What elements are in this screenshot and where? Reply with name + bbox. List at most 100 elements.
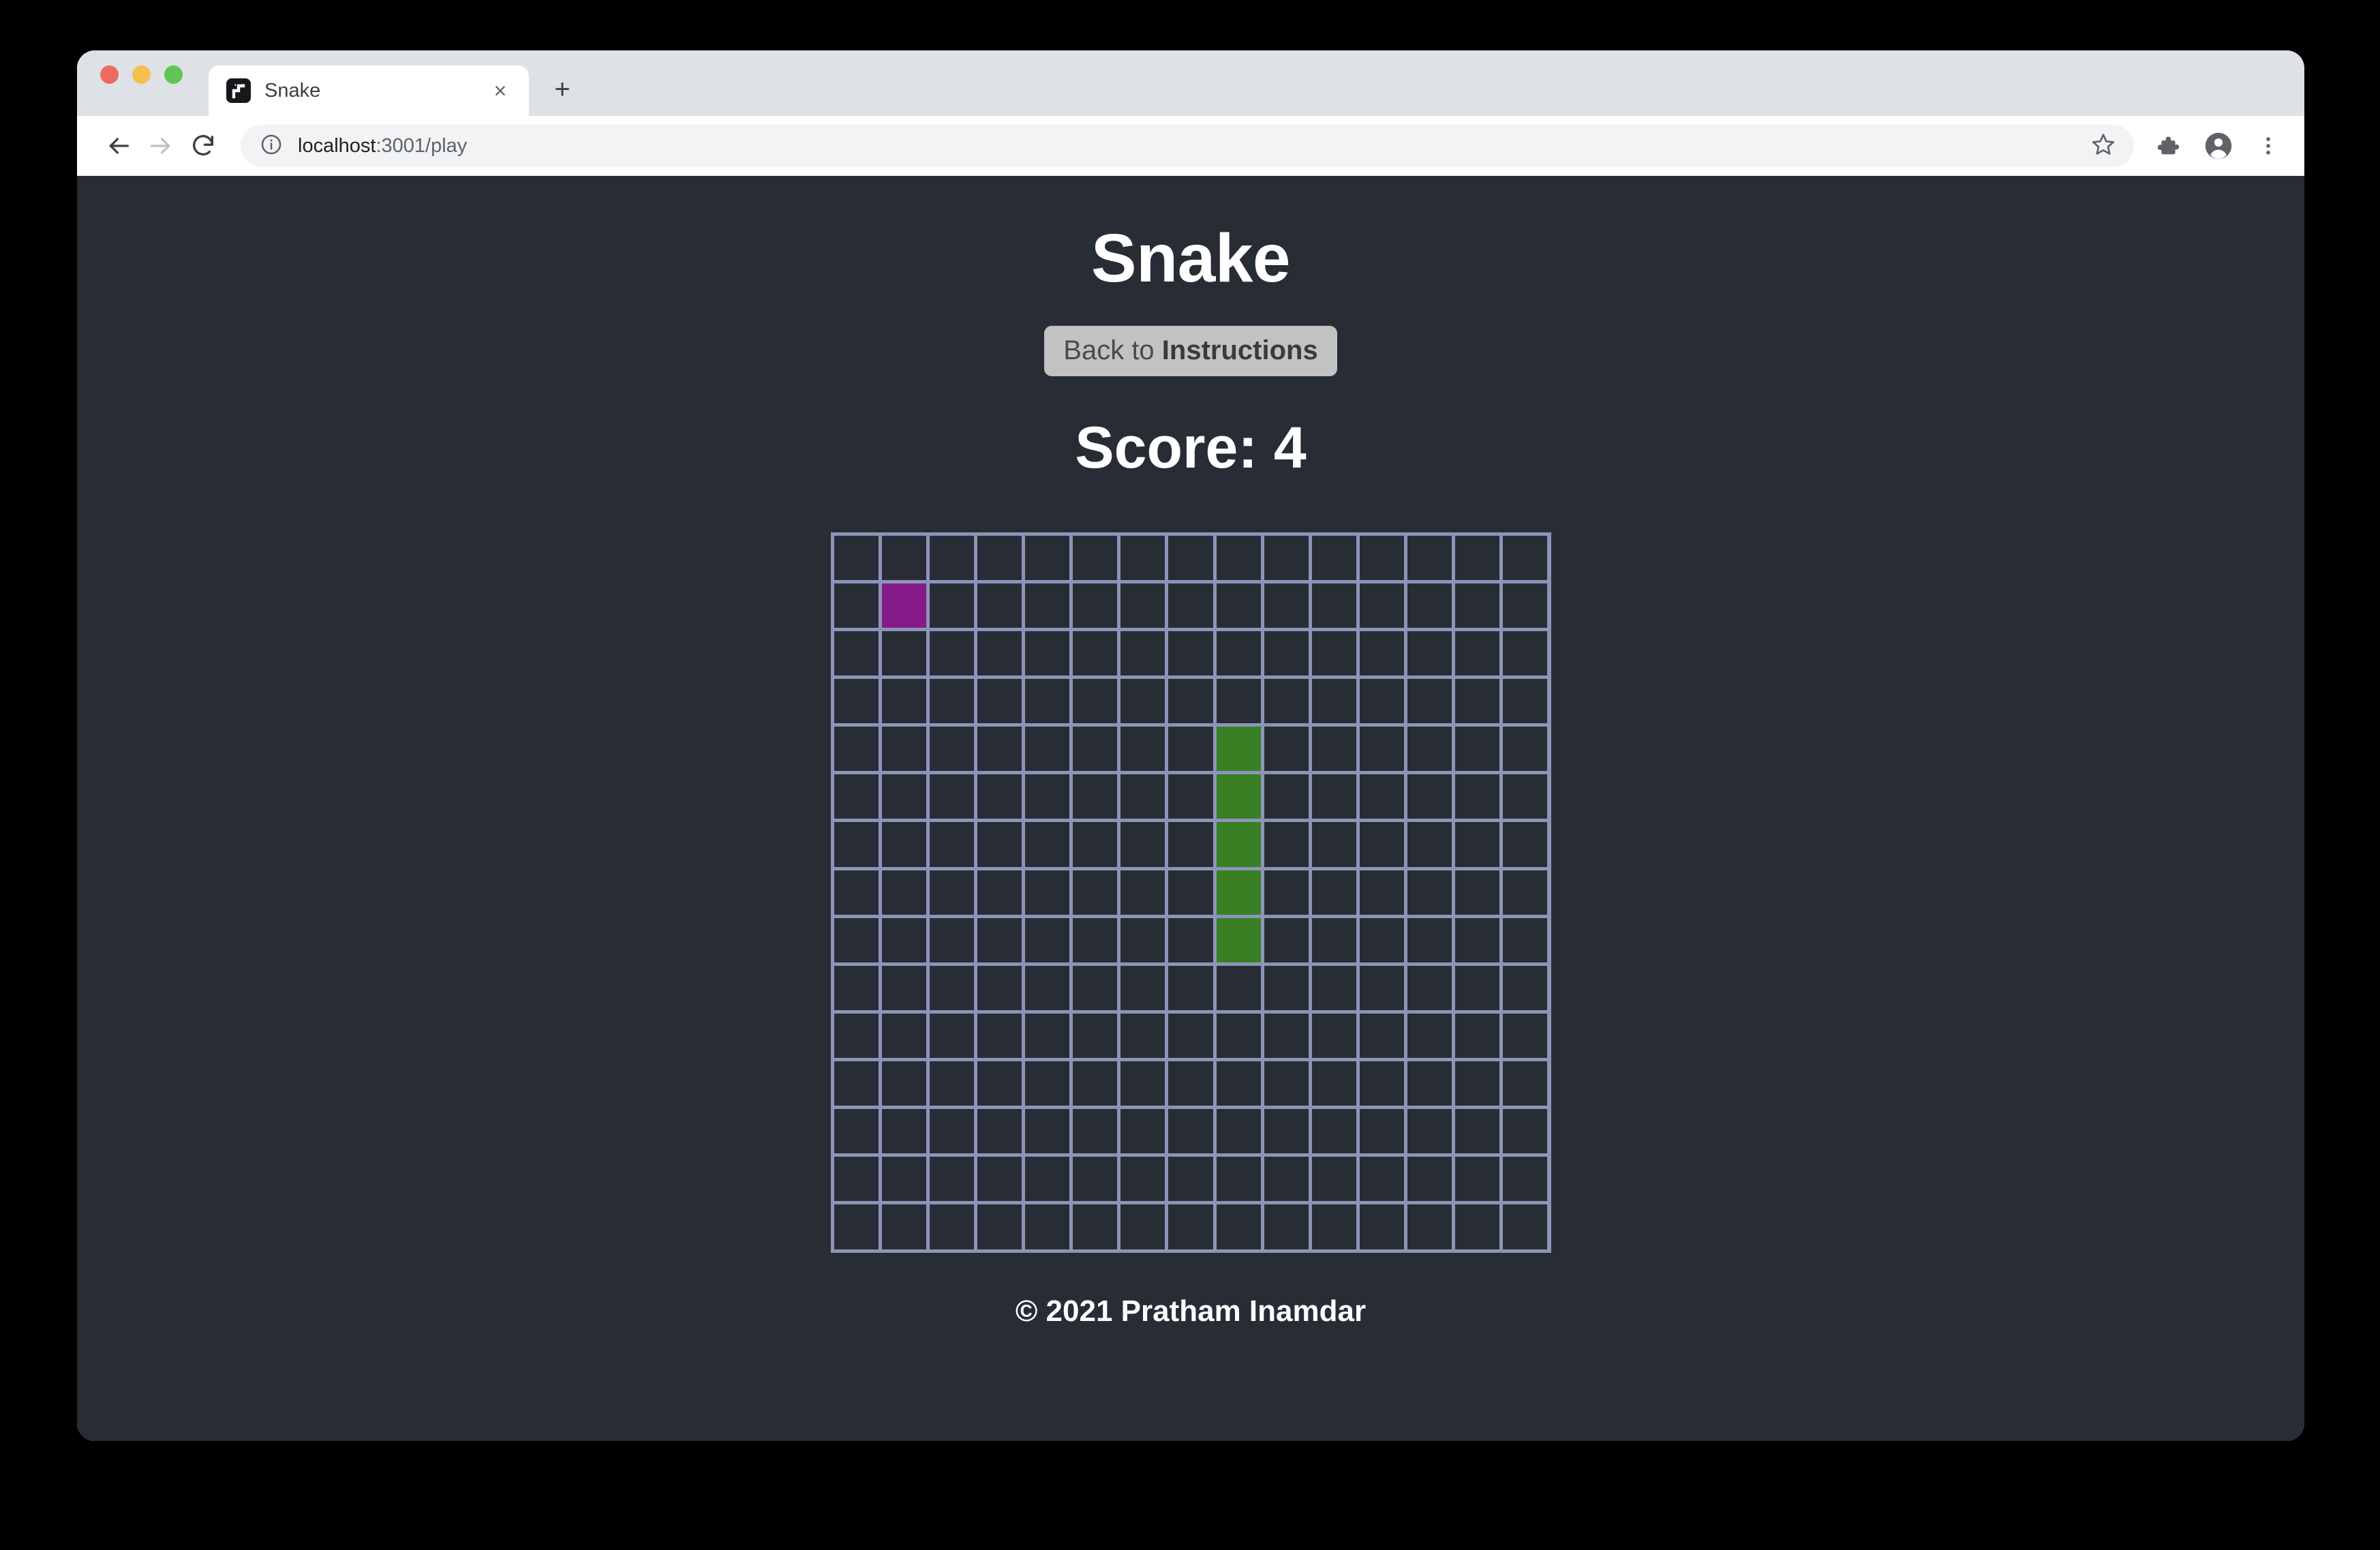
grid-cell bbox=[1025, 679, 1069, 723]
grid-cell bbox=[1264, 1109, 1309, 1153]
grid-cell bbox=[882, 1204, 926, 1249]
grid-cell bbox=[1120, 536, 1165, 580]
grid-cell bbox=[1120, 583, 1165, 628]
grid-cell bbox=[1264, 1061, 1309, 1106]
grid-cell bbox=[1120, 966, 1165, 1010]
snake-favicon bbox=[226, 78, 251, 103]
grid-cell bbox=[977, 1014, 1022, 1058]
grid-cell bbox=[1025, 727, 1069, 771]
grid-cell bbox=[1455, 774, 1499, 819]
grid-cell bbox=[1120, 1061, 1165, 1106]
minimize-window-button[interactable] bbox=[132, 65, 151, 84]
grid-cell bbox=[1503, 918, 1547, 962]
grid-cell bbox=[1407, 1014, 1452, 1058]
grid-cell bbox=[1025, 1204, 1069, 1249]
address-bar[interactable]: localhost:3001/play bbox=[241, 125, 2134, 167]
grid-cell bbox=[1455, 1157, 1499, 1201]
grid-cell bbox=[930, 822, 974, 866]
grid-cell bbox=[1168, 1014, 1212, 1058]
grid-cell bbox=[1407, 536, 1452, 580]
grid-cell bbox=[1168, 918, 1212, 962]
grid-cell bbox=[834, 1061, 879, 1106]
grid-cell bbox=[1407, 727, 1452, 771]
grid-cell bbox=[1360, 1204, 1404, 1249]
grid-cell bbox=[1360, 1109, 1404, 1153]
grid-cell bbox=[882, 631, 926, 675]
maximize-window-button[interactable] bbox=[164, 65, 183, 84]
grid-cell bbox=[1120, 727, 1165, 771]
back-arrow-icon[interactable] bbox=[97, 125, 140, 167]
grid-cell bbox=[834, 536, 879, 580]
grid-cell bbox=[1503, 1204, 1547, 1249]
info-circle-icon[interactable] bbox=[260, 133, 283, 159]
snake-segment bbox=[1217, 870, 1261, 915]
close-icon[interactable]: × bbox=[487, 77, 514, 104]
grid-cell bbox=[1264, 1204, 1309, 1249]
grid-cell bbox=[1407, 774, 1452, 819]
grid-cell bbox=[1407, 822, 1452, 866]
grid-cell bbox=[1455, 1109, 1499, 1153]
grid-cell bbox=[1073, 679, 1117, 723]
reload-icon[interactable] bbox=[182, 125, 224, 167]
grid-cell bbox=[1407, 1109, 1452, 1153]
grid-cell bbox=[1073, 1061, 1117, 1106]
snake-segment bbox=[1217, 822, 1261, 866]
grid-cell bbox=[930, 1109, 974, 1153]
grid-cell bbox=[1025, 631, 1069, 675]
grid-cell bbox=[930, 870, 974, 915]
grid-cell bbox=[977, 774, 1022, 819]
grid-cell bbox=[1217, 1109, 1261, 1153]
footer-copyright: © 2021 Pratham Inamdar bbox=[1016, 1295, 1366, 1328]
grid-cell bbox=[1120, 1014, 1165, 1058]
profile-avatar-icon[interactable] bbox=[2203, 131, 2233, 161]
forward-arrow-icon[interactable] bbox=[140, 125, 182, 167]
grid-cell bbox=[1168, 679, 1212, 723]
grid-cell bbox=[834, 918, 879, 962]
grid-cell bbox=[1503, 822, 1547, 866]
browser-tab-snake[interactable]: Snake × bbox=[209, 65, 529, 116]
grid-cell bbox=[1073, 1157, 1117, 1201]
grid-cell bbox=[1360, 966, 1404, 1010]
tab-strip: Snake × + bbox=[77, 50, 2304, 116]
grid-cell bbox=[882, 966, 926, 1010]
bookmark-star-icon[interactable] bbox=[2090, 132, 2116, 161]
grid-cell bbox=[1073, 583, 1117, 628]
grid-cell bbox=[977, 822, 1022, 866]
grid-cell bbox=[1120, 1204, 1165, 1249]
grid-cell bbox=[1168, 870, 1212, 915]
back-button-strong: Instructions bbox=[1162, 335, 1318, 365]
grid-cell bbox=[882, 822, 926, 866]
grid-cell bbox=[1264, 679, 1309, 723]
grid-cell bbox=[1360, 536, 1404, 580]
game-board[interactable] bbox=[831, 532, 1551, 1253]
grid-cell bbox=[1217, 1061, 1261, 1106]
grid-cell bbox=[882, 1109, 926, 1153]
url-text[interactable]: localhost:3001/play bbox=[298, 135, 2075, 157]
grid-cell bbox=[1360, 870, 1404, 915]
grid-cell bbox=[977, 966, 1022, 1010]
grid-cell bbox=[1455, 536, 1499, 580]
grid-cell bbox=[1360, 583, 1404, 628]
grid-cell bbox=[1217, 536, 1261, 580]
new-tab-button[interactable]: + bbox=[547, 74, 578, 105]
grid-cell bbox=[1120, 870, 1165, 915]
puzzle-piece-icon[interactable] bbox=[2154, 133, 2180, 159]
grid-cell bbox=[1360, 1061, 1404, 1106]
close-window-button[interactable] bbox=[100, 65, 119, 84]
three-dot-menu-icon[interactable] bbox=[2257, 134, 2280, 157]
grid-cell bbox=[834, 727, 879, 771]
grid-cell bbox=[1503, 727, 1547, 771]
grid-cell bbox=[1312, 822, 1356, 866]
grid-cell bbox=[977, 727, 1022, 771]
grid-cell bbox=[977, 1109, 1022, 1153]
grid-cell bbox=[1503, 966, 1547, 1010]
grid-cell bbox=[834, 679, 879, 723]
grid-cell bbox=[1360, 727, 1404, 771]
grid-cell bbox=[1168, 1157, 1212, 1201]
grid-cell bbox=[1073, 870, 1117, 915]
back-to-instructions-button[interactable]: Back to Instructions bbox=[1044, 326, 1337, 376]
snake-segment bbox=[1217, 918, 1261, 962]
grid-cell bbox=[1168, 1061, 1212, 1106]
grid-cell bbox=[834, 774, 879, 819]
grid-cell bbox=[1455, 870, 1499, 915]
